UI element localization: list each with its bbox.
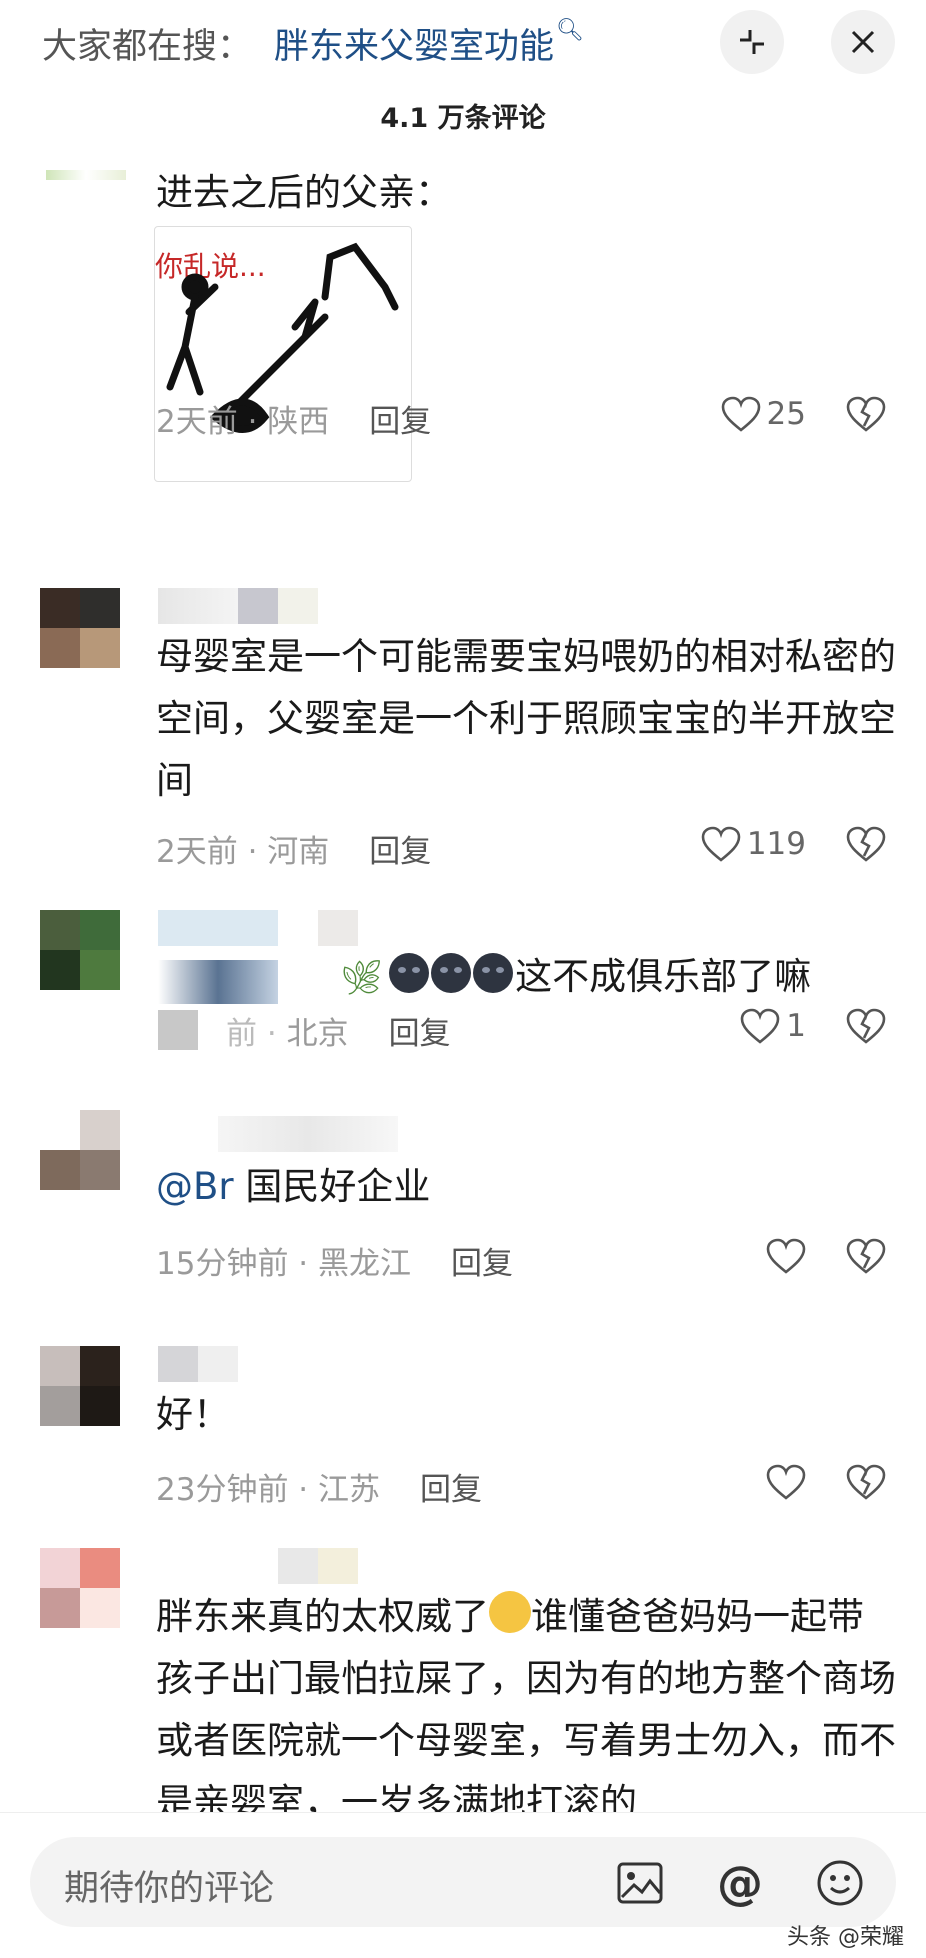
search-icon: 🔍︎ — [556, 18, 584, 43]
crying-face-emoji — [489, 1591, 531, 1633]
broken-heart-icon — [846, 396, 886, 432]
image-icon — [617, 1862, 663, 1904]
emoji-icon — [817, 1860, 863, 1906]
avatar[interactable] — [40, 910, 120, 990]
dislike-button[interactable] — [846, 1238, 886, 1278]
reply-button[interactable]: 回复 — [389, 1016, 451, 1052]
comment-location: 北京 — [286, 1016, 349, 1052]
reply-button[interactable]: 回复 — [420, 1472, 482, 1508]
close-icon — [851, 30, 875, 54]
comment-meta: 23分钟前 · 江苏 回复 — [156, 1472, 483, 1508]
comment-count: 4.1 万条评论 — [380, 103, 546, 134]
comment-list[interactable]: 进去之后的父亲： 你乱说... 2天前 · 陕西 回复 25 母婴室是一个可能需… — [0, 140, 926, 1812]
blurred-text-fragment — [158, 960, 278, 1004]
comment-text: 这不成俱乐部了嘛 — [515, 955, 812, 998]
comment-location: 河南 — [267, 834, 330, 870]
comment-meta: 2天前 · 陕西 回复 — [156, 404, 432, 440]
comment-input-bar: 期待你的评论 @ 头条 @荣耀 — [0, 1812, 926, 1958]
close-button[interactable] — [831, 10, 895, 74]
reply-button[interactable]: 回复 — [451, 1246, 513, 1282]
broken-heart-icon — [846, 1008, 886, 1044]
reply-button[interactable]: 回复 — [369, 404, 431, 440]
broken-heart-icon — [846, 1238, 886, 1274]
search-suggestion-link[interactable]: 胖东来父婴室功能🔍︎ — [274, 18, 584, 69]
comment-meta: 2天前 · 河南 回复 — [156, 834, 432, 870]
dislike-button[interactable] — [846, 1008, 886, 1048]
heart-icon — [766, 1238, 806, 1274]
like-count: 25 — [766, 396, 806, 432]
comment-location: 江苏 — [318, 1472, 381, 1508]
like-button[interactable] — [766, 1238, 806, 1274]
comment-time: 2天前 — [156, 404, 238, 440]
comment-input[interactable]: 期待你的评论 @ — [30, 1837, 896, 1927]
dark-moon-emoji — [473, 953, 514, 993]
comment-meta: 15分钟前 · 黑龙江 回复 — [156, 1246, 514, 1282]
comment-input-placeholder: 期待你的评论 — [64, 1869, 275, 1909]
comment-text: 进去之后的父亲： — [156, 171, 452, 214]
comment-location: 陕西 — [267, 404, 330, 440]
avatar[interactable] — [40, 588, 120, 668]
avatar[interactable] — [40, 1346, 120, 1426]
comment-text: 母婴室是一个可能需要宝妈喂奶的相对私密的空间，父婴室是一个利于照顾宝宝的半开放空… — [156, 635, 896, 802]
heart-icon — [701, 826, 741, 862]
comment-text-line: 胖东来真的太权威了 谁懂爸爸妈妈一起带孩子出门最怕拉屎了，因为有的地方整个商场或者… — [156, 1586, 896, 1812]
avatar[interactable] — [40, 1548, 120, 1628]
comment-text-line: 🌿︎ 这不成俱乐部了嘛 — [340, 946, 900, 1009]
comment-time: 15分钟前 — [156, 1246, 289, 1282]
like-button[interactable]: 25 — [721, 396, 806, 432]
comment-meta: 前 · 北京 回复 — [226, 1016, 451, 1052]
like-count: 119 — [746, 826, 806, 862]
collapse-icon — [740, 30, 764, 54]
like-button[interactable] — [766, 1464, 806, 1500]
top-bar: 大家都在搜： 胖东来父婴室功能🔍︎ — [0, 0, 926, 84]
dislike-button[interactable] — [846, 396, 886, 436]
broken-heart-icon — [846, 826, 886, 862]
comment-text: 胖东来真的太权威了 — [156, 1595, 489, 1638]
comment-text: 好！ — [156, 1393, 230, 1436]
broken-heart-icon — [846, 1464, 886, 1500]
collapse-button[interactable] — [720, 10, 784, 74]
search-hint-label: 大家都在搜： — [42, 27, 253, 67]
comment-text-line: @Br 国民好企业 — [156, 1156, 896, 1218]
mention-link[interactable]: @Br — [156, 1165, 234, 1208]
dark-moon-emoji — [431, 953, 472, 993]
like-button[interactable]: 119 — [701, 826, 806, 862]
image-button[interactable] — [612, 1855, 668, 1911]
comment-time: 23分钟前 — [156, 1472, 289, 1508]
search-term-text: 胖东来父婴室功能 — [274, 27, 555, 67]
dislike-button[interactable] — [846, 826, 886, 866]
stick-figure-drawing — [166, 242, 399, 433]
reply-button[interactable]: 回复 — [369, 834, 431, 870]
emoji-button[interactable] — [812, 1855, 868, 1911]
dark-moon-emoji — [389, 953, 430, 993]
comment-location: 黑龙江 — [318, 1246, 412, 1282]
avatar[interactable] — [46, 170, 126, 180]
source-watermark: 头条 @荣耀 — [787, 1925, 904, 1950]
heart-icon — [766, 1464, 806, 1500]
like-count: 1 — [786, 1008, 806, 1044]
avatar[interactable] — [40, 1110, 120, 1190]
dislike-button[interactable] — [846, 1464, 886, 1504]
comment-image[interactable]: 你乱说... — [154, 226, 412, 482]
at-icon: @ — [717, 1856, 763, 1910]
mention-button[interactable]: @ — [712, 1855, 768, 1911]
comment-time: 2天前 — [156, 834, 238, 870]
heart-icon — [721, 396, 760, 432]
blurred-fragment — [158, 1010, 198, 1050]
like-button[interactable]: 1 — [740, 1008, 806, 1044]
heart-icon — [740, 1008, 780, 1044]
herb-emoji: 🌿︎ — [340, 958, 384, 998]
comment-text: 国民好企业 — [245, 1165, 431, 1208]
